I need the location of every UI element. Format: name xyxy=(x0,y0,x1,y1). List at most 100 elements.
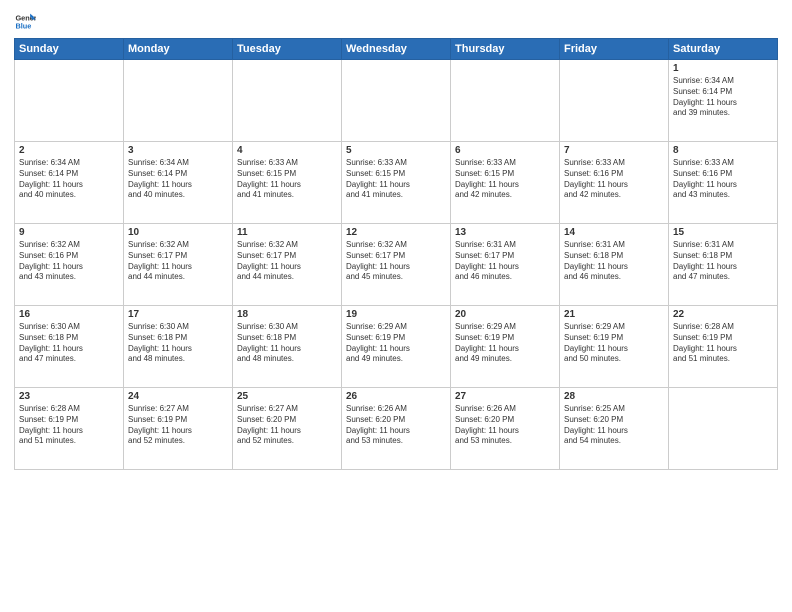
calendar-cell: 15 Sunrise: 6:31 AM Sunset: 6:18 PM Dayli… xyxy=(669,224,778,306)
calendar-cell: 6 Sunrise: 6:33 AM Sunset: 6:15 PM Daylig… xyxy=(451,142,560,224)
calendar-week-row: 16 Sunrise: 6:30 AM Sunset: 6:18 PM Dayli… xyxy=(15,306,778,388)
weekday-header-monday: Monday xyxy=(124,39,233,60)
day-info: Sunrise: 6:31 AM Sunset: 6:18 PM Dayligh… xyxy=(673,240,773,283)
calendar-cell: 26 Sunrise: 6:26 AM Sunset: 6:20 PM Dayli… xyxy=(342,388,451,470)
calendar-cell: 25Sunrise: 6:27 AM Sunset: 6:20 PM Dayli… xyxy=(233,388,342,470)
day-number: 28 xyxy=(564,391,664,402)
day-info: Sunrise: 6:28 AM Sunset: 6:19 PM Dayligh… xyxy=(19,404,119,447)
calendar-cell: 24Sunrise: 6:27 AM Sunset: 6:19 PM Dayli… xyxy=(124,388,233,470)
calendar-cell: 19 Sunrise: 6:29 AM Sunset: 6:19 PM Dayli… xyxy=(342,306,451,388)
calendar-cell: 21 Sunrise: 6:29 AM Sunset: 6:19 PM Dayli… xyxy=(560,306,669,388)
day-number: 14 xyxy=(564,227,664,238)
calendar-cell: 9 Sunrise: 6:32 AM Sunset: 6:16 PM Daylig… xyxy=(15,224,124,306)
day-number: 16 xyxy=(19,309,119,320)
calendar-header-row: SundayMondayTuesdayWednesdayThursdayFrid… xyxy=(15,39,778,60)
page-header: General Blue xyxy=(14,10,778,32)
day-number: 19 xyxy=(346,309,446,320)
calendar-cell: 2 Sunrise: 6:34 AM Sunset: 6:14 PM Daylig… xyxy=(15,142,124,224)
day-info: Sunrise: 6:30 AM Sunset: 6:18 PM Dayligh… xyxy=(128,322,228,365)
calendar-cell xyxy=(669,388,778,470)
weekday-header-saturday: Saturday xyxy=(669,39,778,60)
day-number: 10 xyxy=(128,227,228,238)
day-number: 13 xyxy=(455,227,555,238)
day-number: 4 xyxy=(237,145,337,156)
day-number: 17 xyxy=(128,309,228,320)
calendar-cell xyxy=(124,60,233,142)
day-info: Sunrise: 6:30 AM Sunset: 6:18 PM Dayligh… xyxy=(237,322,337,365)
logo: General Blue xyxy=(14,10,40,32)
weekday-header-tuesday: Tuesday xyxy=(233,39,342,60)
day-info: Sunrise: 6:33 AM Sunset: 6:16 PM Dayligh… xyxy=(564,158,664,201)
day-number: 8 xyxy=(673,145,773,156)
day-number: 22 xyxy=(673,309,773,320)
day-number: 1 xyxy=(673,63,773,74)
day-number: 5 xyxy=(346,145,446,156)
calendar-week-row: 9 Sunrise: 6:32 AM Sunset: 6:16 PM Daylig… xyxy=(15,224,778,306)
day-number: 21 xyxy=(564,309,664,320)
calendar-cell: 7 Sunrise: 6:33 AM Sunset: 6:16 PM Daylig… xyxy=(560,142,669,224)
calendar-cell xyxy=(233,60,342,142)
day-info: Sunrise: 6:25 AM Sunset: 6:20 PM Dayligh… xyxy=(564,404,664,447)
day-info: Sunrise: 6:27 AM Sunset: 6:19 PM Dayligh… xyxy=(128,404,228,447)
day-info: Sunrise: 6:26 AM Sunset: 6:20 PM Dayligh… xyxy=(455,404,555,447)
day-number: 18 xyxy=(237,309,337,320)
calendar-cell: 12 Sunrise: 6:32 AM Sunset: 6:17 PM Dayli… xyxy=(342,224,451,306)
day-info: Sunrise: 6:30 AM Sunset: 6:18 PM Dayligh… xyxy=(19,322,119,365)
calendar-cell: 27 Sunrise: 6:26 AM Sunset: 6:20 PM Dayli… xyxy=(451,388,560,470)
calendar-cell: 20Sunrise: 6:29 AM Sunset: 6:19 PM Dayli… xyxy=(451,306,560,388)
calendar-cell: 1 Sunrise: 6:34 AM Sunset: 6:14 PM Daylig… xyxy=(669,60,778,142)
day-number: 6 xyxy=(455,145,555,156)
day-info: Sunrise: 6:34 AM Sunset: 6:14 PM Dayligh… xyxy=(19,158,119,201)
day-number: 7 xyxy=(564,145,664,156)
calendar-cell: 13 Sunrise: 6:31 AM Sunset: 6:17 PM Dayli… xyxy=(451,224,560,306)
day-info: Sunrise: 6:32 AM Sunset: 6:17 PM Dayligh… xyxy=(128,240,228,283)
calendar-cell: 17 Sunrise: 6:30 AM Sunset: 6:18 PM Dayli… xyxy=(124,306,233,388)
day-number: 23 xyxy=(19,391,119,402)
calendar-cell: 4Sunrise: 6:33 AM Sunset: 6:15 PM Daylig… xyxy=(233,142,342,224)
day-number: 3 xyxy=(128,145,228,156)
day-info: Sunrise: 6:34 AM Sunset: 6:14 PM Dayligh… xyxy=(128,158,228,201)
calendar-cell: 28 Sunrise: 6:25 AM Sunset: 6:20 PM Dayli… xyxy=(560,388,669,470)
day-info: Sunrise: 6:32 AM Sunset: 6:17 PM Dayligh… xyxy=(346,240,446,283)
calendar-cell xyxy=(342,60,451,142)
logo-icon: General Blue xyxy=(14,10,36,32)
day-info: Sunrise: 6:26 AM Sunset: 6:20 PM Dayligh… xyxy=(346,404,446,447)
day-number: 11 xyxy=(237,227,337,238)
calendar-cell: 5 Sunrise: 6:33 AM Sunset: 6:15 PM Daylig… xyxy=(342,142,451,224)
day-number: 27 xyxy=(455,391,555,402)
day-info: Sunrise: 6:33 AM Sunset: 6:15 PM Dayligh… xyxy=(346,158,446,201)
weekday-header-wednesday: Wednesday xyxy=(342,39,451,60)
weekday-header-thursday: Thursday xyxy=(451,39,560,60)
calendar-cell: 10 Sunrise: 6:32 AM Sunset: 6:17 PM Dayli… xyxy=(124,224,233,306)
calendar-cell: 16 Sunrise: 6:30 AM Sunset: 6:18 PM Dayli… xyxy=(15,306,124,388)
weekday-header-sunday: Sunday xyxy=(15,39,124,60)
calendar-week-row: 1 Sunrise: 6:34 AM Sunset: 6:14 PM Daylig… xyxy=(15,60,778,142)
day-number: 26 xyxy=(346,391,446,402)
day-number: 12 xyxy=(346,227,446,238)
calendar-cell xyxy=(451,60,560,142)
calendar-cell xyxy=(15,60,124,142)
weekday-header-friday: Friday xyxy=(560,39,669,60)
day-info: Sunrise: 6:33 AM Sunset: 6:15 PM Dayligh… xyxy=(455,158,555,201)
day-info: Sunrise: 6:31 AM Sunset: 6:17 PM Dayligh… xyxy=(455,240,555,283)
svg-text:Blue: Blue xyxy=(15,21,31,30)
day-info: Sunrise: 6:29 AM Sunset: 6:19 PM Dayligh… xyxy=(564,322,664,365)
calendar-cell xyxy=(560,60,669,142)
day-number: 25 xyxy=(237,391,337,402)
calendar-cell: 8 Sunrise: 6:33 AM Sunset: 6:16 PM Daylig… xyxy=(669,142,778,224)
calendar-cell: 23 Sunrise: 6:28 AM Sunset: 6:19 PM Dayli… xyxy=(15,388,124,470)
day-number: 15 xyxy=(673,227,773,238)
calendar-week-row: 23 Sunrise: 6:28 AM Sunset: 6:19 PM Dayli… xyxy=(15,388,778,470)
calendar-cell: 14Sunrise: 6:31 AM Sunset: 6:18 PM Dayli… xyxy=(560,224,669,306)
day-info: Sunrise: 6:28 AM Sunset: 6:19 PM Dayligh… xyxy=(673,322,773,365)
day-number: 9 xyxy=(19,227,119,238)
day-info: Sunrise: 6:33 AM Sunset: 6:16 PM Dayligh… xyxy=(673,158,773,201)
calendar-cell: 18 Sunrise: 6:30 AM Sunset: 6:18 PM Dayli… xyxy=(233,306,342,388)
day-info: Sunrise: 6:34 AM Sunset: 6:14 PM Dayligh… xyxy=(673,76,773,119)
day-number: 2 xyxy=(19,145,119,156)
calendar-cell: 22 Sunrise: 6:28 AM Sunset: 6:19 PM Dayli… xyxy=(669,306,778,388)
calendar-week-row: 2 Sunrise: 6:34 AM Sunset: 6:14 PM Daylig… xyxy=(15,142,778,224)
day-info: Sunrise: 6:29 AM Sunset: 6:19 PM Dayligh… xyxy=(346,322,446,365)
day-info: Sunrise: 6:32 AM Sunset: 6:17 PM Dayligh… xyxy=(237,240,337,283)
day-info: Sunrise: 6:32 AM Sunset: 6:16 PM Dayligh… xyxy=(19,240,119,283)
